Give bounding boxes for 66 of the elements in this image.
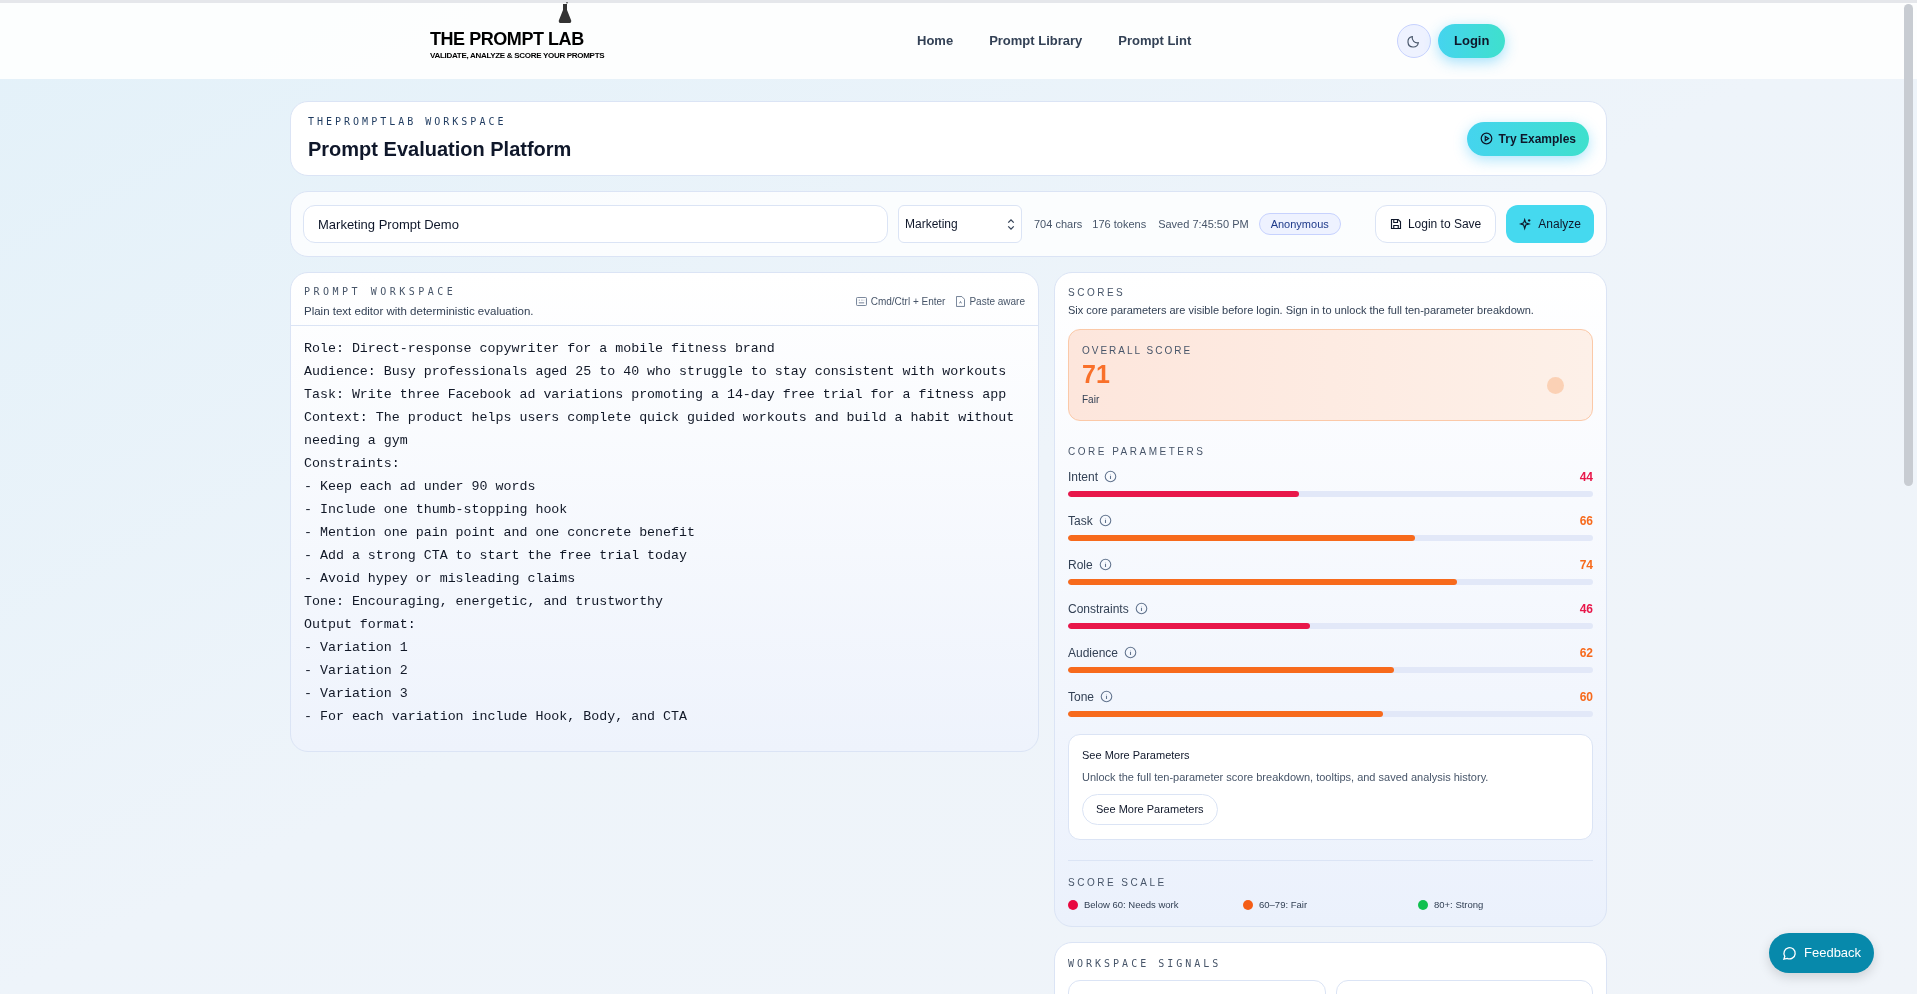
logo-tagline: VALIDATE, ANALYZE & SCORE YOUR PROMPTS [430, 52, 605, 60]
prompt-text-editor[interactable]: Role: Direct-response copywriter for a mobile fitness brand Audience: Busy professionals aged 25 to 40 who struggle to stay consistent with workouts Task: Write three Facebook ad variations promoting a 14-day free trial for a fitness app Context: The product helps users complete quick guided workouts and build a habit without needing a gym Constraints: - Keep each ad under 90 words - Include one thumb-stopping hook - Mention one pain point and one concrete benefit - Add a strong CTA to start the free trial today - Avoid hypey or misleading claims Tone: Encouraging, energetic, and trustworthy Output format: - Variation 1 - Variation 2 - Variation 3 - For each variation include Hook, Body, and CTA [291, 326, 1038, 728]
parameter-score: 44 [1579, 468, 1593, 486]
paste-aware-hint: Paste aware [956, 294, 1025, 309]
sparkle-icon [1519, 217, 1533, 231]
nav-link[interactable]: Home [917, 31, 954, 51]
try-examples-button[interactable]: Try Examples [1466, 121, 1589, 156]
save-icon [1389, 218, 1402, 230]
page-title: Prompt Evaluation Platform [308, 136, 572, 162]
eyebrow-label: PROMPT WORKSPACE [304, 285, 458, 299]
chevron-updown-icon [1007, 218, 1015, 230]
parameter-name: Tone [1068, 688, 1095, 706]
parameter-name: Audience [1068, 644, 1119, 662]
login-button[interactable]: Login [1438, 24, 1506, 58]
logo-title: THE PROMPT LAB [430, 30, 584, 48]
legend-label: 80+: Strong [1434, 897, 1484, 912]
flask-icon [558, 2, 572, 24]
info-icon[interactable] [1124, 646, 1138, 659]
overall-score-label: OVERALL SCORE [1082, 343, 1193, 358]
parameter-score: 46 [1579, 600, 1593, 618]
editor-subtitle: Plain text editor with deterministic evaluation. [304, 304, 534, 319]
feedback-button[interactable]: Feedback [1769, 933, 1875, 973]
document-icon [956, 296, 966, 307]
keyboard-shortcut-hint: Cmd/Ctrl + Enter [855, 294, 946, 309]
saved-status: Saved 7:45:50 PM [1158, 216, 1249, 232]
keyboard-icon [855, 297, 867, 306]
scrollbar-thumb[interactable] [1904, 4, 1913, 486]
parameter-score: 74 [1579, 556, 1593, 574]
moon-icon [1407, 34, 1421, 48]
parameter-score: 60 [1579, 688, 1593, 706]
parameter-score: 66 [1579, 512, 1593, 530]
chat-bubble-icon [1782, 945, 1797, 961]
user-badge: Anonymous [1258, 213, 1341, 235]
analyze-button[interactable]: Analyze [1506, 205, 1594, 243]
theme-toggle-button[interactable] [1397, 24, 1431, 58]
see-more-description: Unlock the full ten-parameter score breakdown, tooltips, and saved analysis history. [1082, 770, 1489, 785]
nav-link[interactable]: Prompt Lint [1118, 31, 1192, 51]
token-count: 176 tokens [1092, 216, 1147, 232]
info-icon[interactable] [1098, 558, 1112, 571]
section-label: SCORE SCALE [1068, 875, 1168, 890]
prompt-name-field[interactable]: Marketing Prompt Demo [303, 205, 888, 243]
info-icon[interactable] [1104, 470, 1118, 483]
char-count: 704 chars [1034, 216, 1083, 232]
info-icon[interactable] [1100, 690, 1114, 703]
parameter-name: Role [1068, 556, 1093, 574]
info-icon[interactable] [1098, 514, 1112, 527]
play-circle-icon [1479, 132, 1493, 145]
info-icon[interactable] [1134, 602, 1148, 615]
eyebrow-label: SCORES [1068, 286, 1127, 300]
legend-label: 60–79: Fair [1259, 897, 1308, 912]
parameter-name: Task [1068, 512, 1093, 530]
section-label: CORE PARAMETERS [1068, 444, 1207, 459]
parameter-score: 62 [1579, 644, 1593, 662]
score-rating: Fair [1082, 392, 1101, 407]
parameter-name: Intent [1068, 468, 1099, 486]
see-more-parameters-button[interactable]: See More Parameters [1082, 793, 1218, 825]
legend-label: Below 60: Needs work [1084, 897, 1179, 912]
scores-subtitle: Six core parameters are visible before login. Sign in to unlock the full ten-parameter breakdown. [1068, 303, 1535, 318]
login-to-save-button[interactable]: Login to Save [1374, 205, 1497, 243]
overall-score-value: 71 [1082, 358, 1111, 389]
category-select[interactable]: Marketing [898, 205, 1022, 243]
see-more-title: See More Parameters [1082, 747, 1190, 763]
parameter-name: Constraints [1068, 600, 1129, 618]
eyebrow-label: WORKSPACE SIGNALS [1068, 957, 1223, 971]
eyebrow-label: THEPROMPTLAB WORKSPACE [308, 114, 508, 129]
nav-link[interactable]: Prompt Library [989, 31, 1083, 51]
